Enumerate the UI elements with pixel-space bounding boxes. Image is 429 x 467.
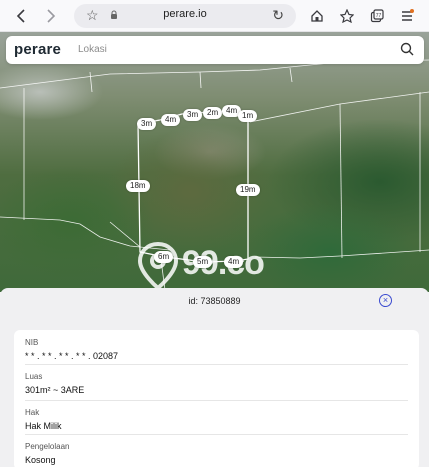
measurement-label: 19m — [236, 184, 260, 196]
search-input[interactable]: Lokasi — [78, 44, 107, 55]
satellite-map[interactable]: 99.co 3m 4m 3m 2m 4m 1m 18m 19m 6m 5m 4m — [0, 32, 429, 292]
field-hak: Hak Hak Milik — [25, 408, 408, 431]
home-icon[interactable] — [306, 5, 328, 27]
tabs-icon[interactable]: 77 — [366, 5, 388, 27]
field-value: Kosong — [25, 455, 56, 465]
measurement-label: 5m — [193, 256, 213, 268]
measurement-label: 1m — [238, 110, 258, 122]
forward-icon[interactable] — [40, 5, 62, 27]
field-label: Hak — [25, 408, 40, 417]
divider — [25, 364, 408, 365]
back-icon[interactable] — [10, 5, 32, 27]
field-value: * * . * * . * * . * * . 02087 — [25, 351, 119, 361]
brand-logo[interactable]: perare — [14, 41, 61, 58]
parcel-id: id: 73850889 — [188, 296, 241, 306]
field-label: NIB — [25, 338, 39, 347]
measurement-label: 4m — [161, 114, 181, 126]
measurement-label: 18m — [126, 180, 150, 192]
menu-icon[interactable] — [396, 5, 418, 27]
browser-toolbar: ☆ perare.io ↻ 77 — [0, 0, 429, 32]
search-bar[interactable]: perare Lokasi — [6, 36, 424, 64]
divider — [25, 434, 408, 435]
parcel-info-card: NIB * * . * * . * * . * * . 02087 Luas 3… — [14, 330, 419, 467]
reload-icon[interactable]: ↻ — [272, 7, 284, 24]
measurement-label: 6m — [154, 251, 174, 263]
svg-text:77: 77 — [376, 13, 382, 19]
parcel-detail-sheet: id: 73850889 × NIB * * . * * . * * . * *… — [0, 288, 429, 467]
search-icon[interactable] — [400, 42, 414, 56]
divider — [25, 400, 408, 401]
close-icon[interactable]: × — [379, 294, 392, 307]
field-value: Hak Milik — [25, 421, 62, 431]
field-nib: NIB * * . * * . * * . * * . 02087 — [25, 338, 408, 361]
measurement-label: 4m — [224, 256, 244, 268]
pin-icon — [138, 242, 178, 290]
field-label: Pengelolaan — [25, 442, 70, 451]
field-luas: Luas 301m² ~ 3ARE — [25, 372, 408, 395]
field-pengelolaan: Pengelolaan Kosong — [25, 442, 408, 465]
watermark-logo: 99.co — [138, 242, 298, 292]
measurement-label: 3m — [183, 109, 203, 121]
url-text: perare.io — [163, 8, 207, 20]
measurement-label: 2m — [203, 107, 223, 119]
address-bar[interactable]: ☆ perare.io ↻ — [74, 4, 296, 28]
measurement-label: 3m — [137, 118, 157, 130]
field-value: 301m² ~ 3ARE — [25, 385, 85, 395]
field-label: Luas — [25, 372, 43, 381]
bookmarks-icon[interactable] — [336, 5, 358, 27]
